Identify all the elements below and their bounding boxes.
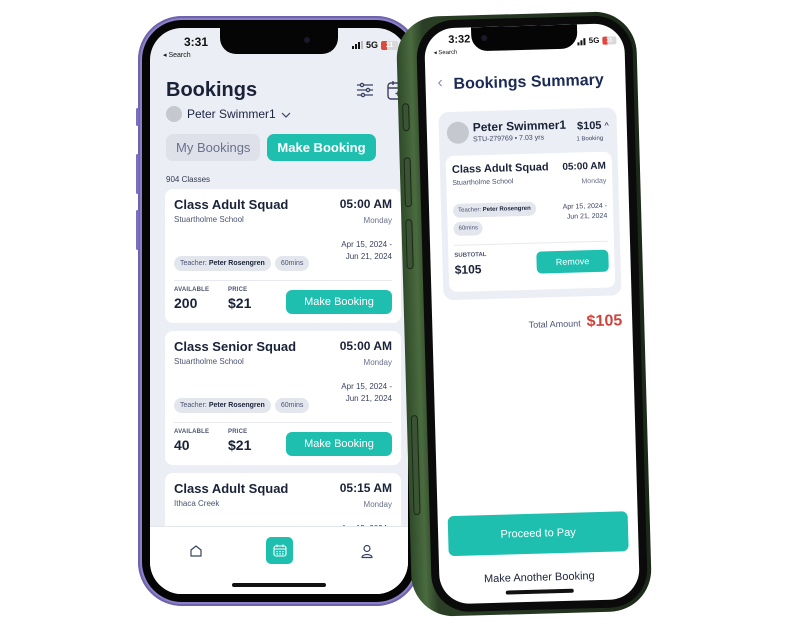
class-day: Monday [363, 500, 392, 509]
class-day: Monday [363, 216, 392, 225]
page-title: Bookings Summary [453, 71, 605, 93]
notch [220, 28, 338, 54]
camera [304, 37, 310, 43]
class-count: 904 Classes [166, 175, 211, 184]
class-location: Ithaca Creek [174, 499, 220, 508]
battery-icon: 11 [602, 35, 617, 45]
student-name: Peter Swimmer1 [472, 117, 567, 135]
class-name: Class Adult Squad [174, 197, 289, 212]
class-location: Stuartholme School [174, 215, 244, 224]
class-time: 05:00 AM [339, 197, 392, 211]
class-name: Class Senior Squad [174, 339, 297, 354]
chevron-up-icon[interactable]: ^ [604, 121, 609, 131]
class-location: Stuartholme School [452, 178, 514, 187]
divider [174, 422, 392, 423]
volume-down-button [405, 219, 414, 270]
volume-up-button [136, 154, 139, 194]
back-chevron-icon[interactable]: ‹ [437, 74, 443, 92]
avatar [166, 106, 182, 122]
class-time: 05:15 AM [339, 481, 392, 495]
divider [174, 280, 392, 281]
teacher-chip: Teacher: Peter Rosengren [174, 398, 271, 413]
class-location: Stuartholme School [174, 357, 244, 366]
profile-icon[interactable] [355, 539, 379, 563]
home-indicator [505, 588, 574, 595]
teacher-chip: Teacher: Peter Rosengren [452, 201, 536, 218]
duration-chip: 60mins [274, 398, 310, 413]
chevron-down-icon [281, 107, 291, 121]
mute-switch [136, 108, 139, 126]
student-summary: Peter Swimmer1 STU-279769 • 7.03 yrs $10… [438, 107, 622, 301]
page-title: Bookings [166, 79, 258, 101]
network-label: 5G [365, 40, 378, 50]
status-back-link[interactable]: ◂ Search [434, 49, 458, 57]
bottom-tab-bar [150, 526, 408, 594]
divider [454, 240, 609, 246]
booking-tabs: My Bookings Make Booking [166, 134, 376, 161]
mute-switch [402, 103, 410, 132]
student-total[interactable]: $105 ^ [577, 120, 609, 133]
price-stat: PRICE $21 [228, 287, 252, 311]
avatar [446, 121, 470, 145]
class-date-range: Apr 15, 2024 - Jun 21, 2024 [341, 382, 392, 403]
volume-up-button [403, 157, 412, 208]
class-card[interactable]: Class Adult Squad Stuartholme School 05:… [165, 189, 401, 323]
class-day: Monday [581, 177, 607, 186]
class-day: Monday [363, 358, 392, 367]
class-card[interactable]: Class Senior Squad Stuartholme School 05… [165, 331, 401, 465]
booked-class-card: Class Adult Squad Stuartholme School 05:… [445, 151, 616, 293]
status-time: 3:32 [448, 33, 471, 47]
price-stat: PRICE $21 [228, 429, 252, 453]
class-time: 05:00 AM [562, 160, 607, 173]
proceed-to-pay-button[interactable]: Proceed to Pay [447, 511, 629, 557]
student-name: Peter Swimmer1 [187, 107, 276, 121]
tab-make-booking[interactable]: Make Booking [267, 134, 376, 161]
class-date-range: Apr 15, 2024 - Jun 21, 2024 [341, 240, 392, 261]
signal-icon [351, 41, 363, 49]
make-booking-button[interactable]: Make Booking [286, 432, 392, 456]
duration-chip: 60mins [453, 221, 484, 236]
subtotal-label: SUBTOTAL [454, 252, 487, 259]
status-indicators: 5G 11 [351, 40, 398, 50]
class-name: Class Adult Squad [451, 161, 549, 176]
network-label: 5G [588, 35, 600, 46]
signal-icon [577, 37, 586, 45]
summary-screen: 3:32 ◂ Search 5G 11 ‹ Bookings Summary P… [423, 23, 640, 605]
sliders-icon[interactable] [356, 82, 374, 103]
booking-count: 1 Booking [576, 135, 604, 143]
camera [481, 34, 488, 42]
subtotal-value: $105 [454, 262, 482, 277]
remove-button[interactable]: Remove [536, 249, 609, 274]
phone-bookings: 3:31 ◂ Search 5G 11 Bookings Peter Swimm… [136, 16, 420, 606]
tab-my-bookings[interactable]: My Bookings [166, 134, 261, 161]
notch [470, 24, 578, 52]
status-back-link[interactable]: ◂ Search [163, 51, 191, 59]
phone-bookings-summary: 3:32 ◂ Search 5G 11 ‹ Bookings Summary P… [395, 10, 653, 618]
status-time: 3:31 [184, 35, 209, 49]
duration-chip: 60mins [274, 256, 310, 271]
bookings-screen: 3:31 ◂ Search 5G 11 Bookings Peter Swimm… [150, 28, 408, 594]
class-name: Class Adult Squad [174, 481, 289, 496]
home-indicator [232, 583, 326, 587]
available-stat: AVAILABLE 200 [174, 287, 210, 311]
class-time: 05:00 AM [339, 339, 392, 353]
available-stat: AVAILABLE 40 [174, 429, 210, 453]
make-another-booking-link[interactable]: Make Another Booking [439, 569, 639, 587]
home-icon[interactable] [184, 539, 208, 563]
class-date-range: Apr 15, 2024 - Jun 21, 2024 [562, 202, 608, 221]
teacher-chip: Teacher: Peter Rosengren [174, 256, 271, 271]
status-indicators: 5G 11 [577, 35, 617, 46]
total-label: Total Amount [528, 318, 581, 330]
volume-down-button [136, 210, 139, 250]
total-amount: Total Amount $105 [528, 312, 623, 333]
student-selector[interactable]: Peter Swimmer1 [166, 106, 291, 122]
make-booking-button[interactable]: Make Booking [286, 290, 392, 314]
total-value: $105 [586, 312, 623, 331]
student-id-age: STU-279769 • 7.03 yrs [473, 134, 545, 144]
calendar-icon[interactable] [266, 537, 293, 564]
